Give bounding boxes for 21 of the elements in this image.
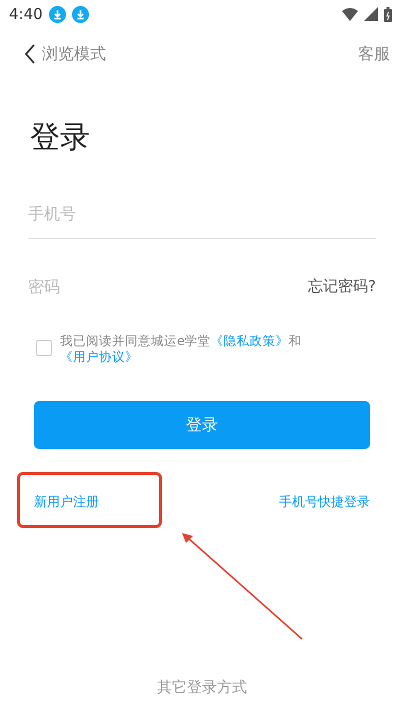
agreement-text: 我已阅读并同意城运e学堂《隐私政策》和 《用户协议》	[60, 333, 303, 365]
register-link[interactable]: 新用户注册	[34, 493, 99, 511]
customer-service-link[interactable]: 客服	[358, 44, 390, 64]
policy-link[interactable]: 《隐私政策》	[210, 333, 289, 348]
other-login-link[interactable]: 其它登录方式	[157, 678, 247, 697]
download-icon	[48, 6, 66, 22]
page-title: 登录	[30, 119, 90, 157]
signal-icon	[364, 7, 378, 21]
wifi-icon	[342, 8, 358, 20]
download-icon	[72, 6, 89, 22]
back-button[interactable]: 浏览模式	[24, 44, 106, 64]
quick-login-link[interactable]: 手机号快捷登录	[279, 493, 370, 511]
password-field[interactable]: 密码	[28, 276, 308, 296]
phone-field[interactable]: 手机号	[28, 204, 376, 222]
agreement-checkbox[interactable]	[36, 340, 52, 356]
forgot-password-link[interactable]: 忘记密码?	[308, 276, 376, 296]
battery-icon	[384, 6, 392, 22]
back-icon	[24, 44, 36, 64]
status-time: 4:40	[9, 5, 43, 23]
login-button[interactable]: 登录	[34, 401, 370, 449]
policy-link[interactable]: 《用户协议》	[60, 349, 138, 364]
